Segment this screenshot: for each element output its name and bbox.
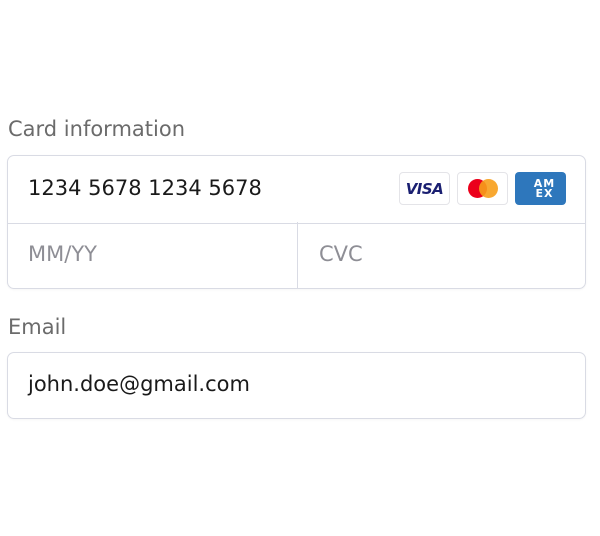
email-value: john.doe@gmail.com — [28, 372, 250, 396]
visa-logo-text: VISA — [405, 179, 444, 198]
amex-logo-text: AM EX — [533, 176, 556, 200]
amex-logo-icon: AM EX — [515, 172, 566, 205]
expiry-placeholder: MM/YY — [28, 242, 97, 266]
cvc-placeholder: CVC — [319, 242, 363, 266]
card-information-label: Card information — [8, 117, 186, 141]
visa-logo-icon: VISA — [399, 172, 450, 205]
email-field[interactable]: john.doe@gmail.com — [7, 352, 586, 419]
card-number-field[interactable]: 1234 5678 1234 5678 VISA AM EX — [8, 156, 585, 224]
cvc-field[interactable]: CVC — [298, 222, 585, 288]
card-information-group: 1234 5678 1234 5678 VISA AM EX MM/YY CVC — [7, 155, 586, 289]
mastercard-logo-icon — [457, 172, 508, 205]
email-label: Email — [8, 315, 67, 339]
expiry-field[interactable]: MM/YY — [8, 222, 298, 288]
card-brands: VISA AM EX — [399, 172, 566, 205]
card-number-value: 1234 5678 1234 5678 — [28, 176, 262, 200]
card-details-row: MM/YY CVC — [8, 222, 585, 288]
